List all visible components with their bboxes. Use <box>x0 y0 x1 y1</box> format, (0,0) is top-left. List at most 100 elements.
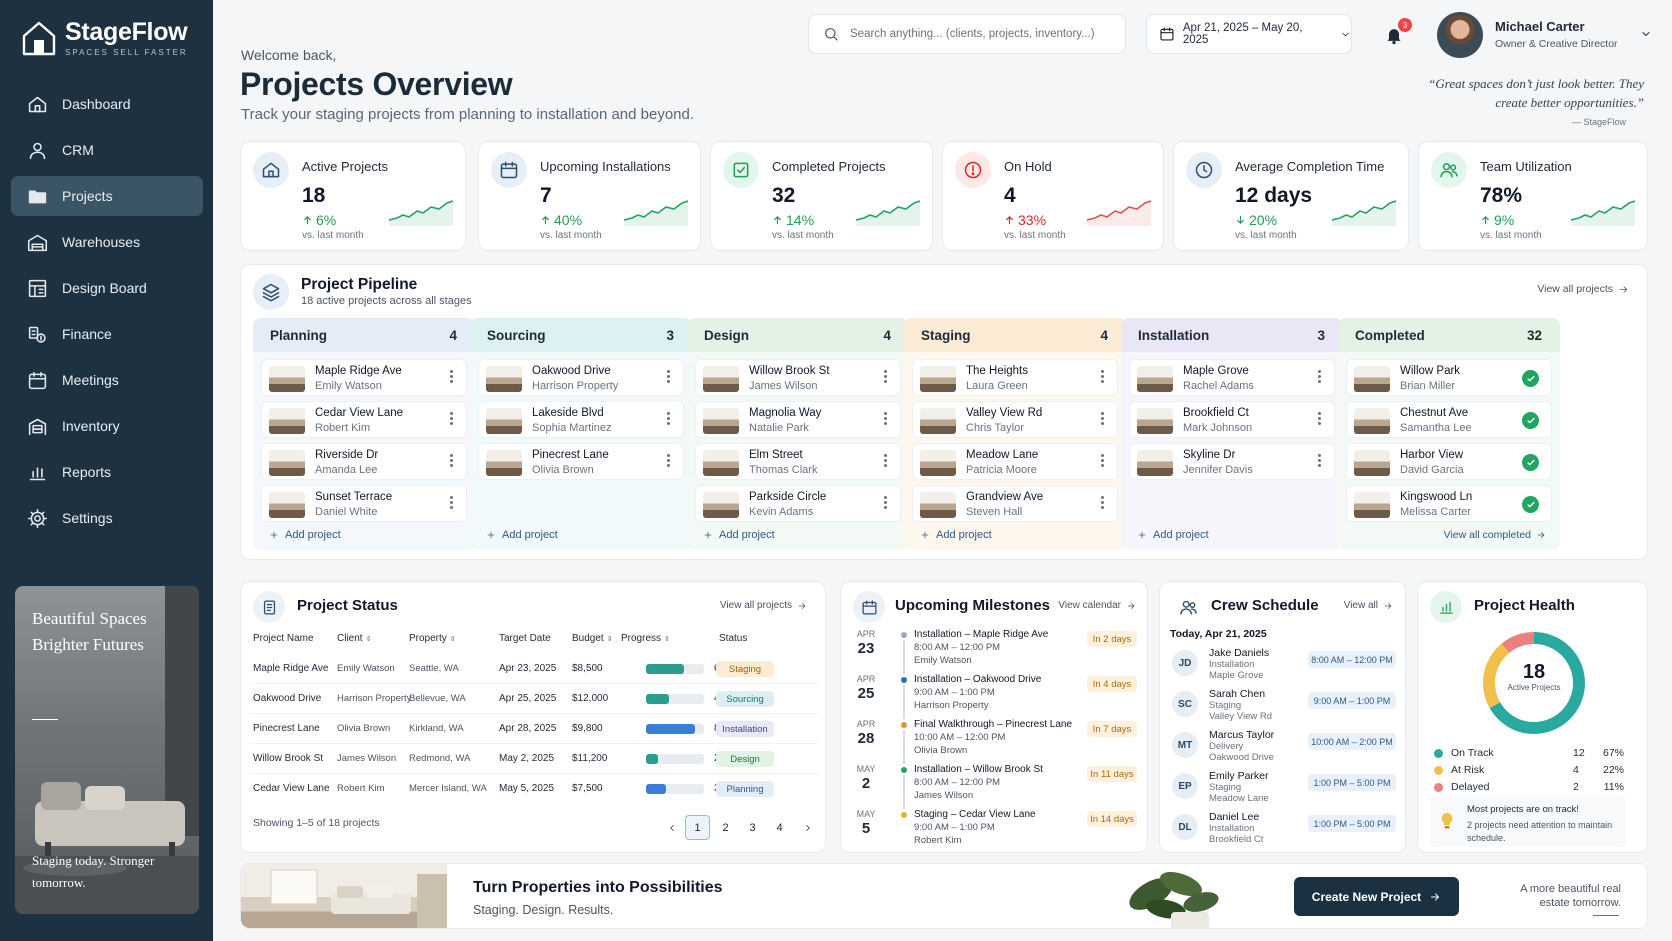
kpi-card-completed-projects[interactable]: Completed Projects 32 14% vs. last month <box>710 141 933 251</box>
column-header-client[interactable]: Client ⇕ <box>337 633 371 644</box>
page-3-button[interactable]: 3 <box>740 815 765 840</box>
kpi-card-active-projects[interactable]: Active Projects 18 6% vs. last month <box>240 141 466 251</box>
page-4-button[interactable]: 4 <box>767 815 792 840</box>
more-options-icon[interactable] <box>450 370 454 385</box>
project-card[interactable]: Sunset Terrace Daniel White <box>261 485 467 522</box>
more-options-icon[interactable] <box>884 412 888 427</box>
add-project-button[interactable]: Add project <box>486 529 558 541</box>
project-card[interactable]: Chestnut Ave Samantha Lee <box>1346 401 1552 438</box>
search-box[interactable] <box>808 14 1126 54</box>
sidebar-item-crm[interactable]: CRM <box>11 130 203 170</box>
more-options-icon[interactable] <box>884 454 888 469</box>
page-2-button[interactable]: 2 <box>713 815 738 840</box>
team-icon <box>1172 591 1204 623</box>
column-header-property[interactable]: Property ⇕ <box>409 633 456 644</box>
pagination-prev[interactable] <box>659 815 684 840</box>
project-card[interactable]: The Heights Laura Green <box>912 359 1118 396</box>
milestone-title[interactable]: Staging – Cedar View Lane <box>914 808 1074 821</box>
project-card-client: Rachel Adams <box>1183 380 1254 392</box>
project-thumbnail <box>920 492 956 518</box>
more-options-icon[interactable] <box>450 454 454 469</box>
project-card[interactable]: Riverside Dr Amanda Lee <box>261 443 467 480</box>
view-all-completed-link[interactable]: View all completed <box>1444 529 1546 541</box>
view-all-projects-link[interactable]: View all projects <box>1537 283 1629 295</box>
project-card[interactable]: Lakeside Blvd Sophia Martinez <box>478 401 684 438</box>
more-options-icon[interactable] <box>1318 454 1322 469</box>
kpi-card-on-hold[interactable]: On Hold 4 33% vs. last month <box>942 141 1164 251</box>
brand-logo[interactable]: StageFlow SPACES SELL FASTER <box>22 18 188 57</box>
more-options-icon[interactable] <box>884 496 888 511</box>
milestone-title[interactable]: Final Walkthrough – Pinecrest Lane <box>914 718 1074 731</box>
project-card[interactable]: Cedar View Lane Robert Kim <box>261 401 467 438</box>
project-card[interactable]: Brookfield Ct Mark Johnson <box>1129 401 1335 438</box>
column-header-budget[interactable]: Budget ⇕ <box>572 633 613 644</box>
more-options-icon[interactable] <box>1318 412 1322 427</box>
kpi-card-average-completion-time[interactable]: Average Completion Time 12 days 20% vs. … <box>1173 141 1409 251</box>
status-badge: Design <box>716 751 774 767</box>
project-card-client: Jennifer Davis <box>1183 464 1253 476</box>
more-options-icon[interactable] <box>884 370 888 385</box>
project-card[interactable]: Willow Park Brian Miller <box>1346 359 1552 396</box>
user-name[interactable]: Michael Carter <box>1495 19 1585 34</box>
more-options-icon[interactable] <box>1101 454 1105 469</box>
project-card[interactable]: Parkside Circle Kevin Adams <box>695 485 901 522</box>
legend-dot <box>1434 782 1443 792</box>
view-calendar-link[interactable]: View calendar <box>1058 600 1136 611</box>
more-options-icon[interactable] <box>450 412 454 427</box>
project-card[interactable]: Grandview Ave Steven Hall <box>912 485 1118 522</box>
more-options-icon[interactable] <box>1318 370 1322 385</box>
project-card[interactable]: Skyline Dr Jennifer Davis <box>1129 443 1335 480</box>
project-card[interactable]: Willow Brook St James Wilson <box>695 359 901 396</box>
project-card[interactable]: Kingswood Ln Melissa Carter <box>1346 485 1552 522</box>
date-range-picker[interactable]: Apr 21, 2025 – May 20, 2025 <box>1146 14 1352 54</box>
project-card[interactable]: Magnolia Way Natalie Park <box>695 401 901 438</box>
project-card[interactable]: Maple Ridge Ave Emily Watson <box>261 359 467 396</box>
project-card[interactable]: Oakwood Drive Harrison Property <box>478 359 684 396</box>
column-header-progress[interactable]: Progress ⇕ <box>621 633 670 644</box>
column-header-target-date: Target Date <box>499 633 551 644</box>
milestone-title[interactable]: Installation – Willow Brook St <box>914 763 1074 776</box>
project-card[interactable]: Elm Street Thomas Clark <box>695 443 901 480</box>
crew-view-all-link[interactable]: View all <box>1344 600 1393 611</box>
sidebar-item-warehouses[interactable]: Warehouses <box>11 222 203 262</box>
add-project-button[interactable]: Add project <box>920 529 992 541</box>
page-1-button[interactable]: 1 <box>685 815 710 840</box>
crew-avatar: MT <box>1172 732 1198 758</box>
pagination-next[interactable] <box>795 815 820 840</box>
create-new-project-button[interactable]: Create New Project <box>1294 877 1459 916</box>
user-avatar[interactable] <box>1437 12 1483 58</box>
sidebar-item-dashboard[interactable]: Dashboard <box>11 84 203 124</box>
more-options-icon[interactable] <box>1101 412 1105 427</box>
sidebar-item-projects[interactable]: Projects <box>11 176 203 216</box>
pipeline-subtitle: 18 active projects across all stages <box>301 295 472 307</box>
project-card[interactable]: Pinecrest Lane Olivia Brown <box>478 443 684 480</box>
sidebar-item-inventory[interactable]: Inventory <box>11 406 203 446</box>
sidebar-item-meetings[interactable]: Meetings <box>11 360 203 400</box>
more-options-icon[interactable] <box>450 496 454 511</box>
project-card[interactable]: Valley View Rd Chris Taylor <box>912 401 1118 438</box>
sidebar-item-design-board[interactable]: Design Board <box>11 268 203 308</box>
add-project-button[interactable]: Add project <box>1137 529 1209 541</box>
project-card[interactable]: Meadow Lane Patricia Moore <box>912 443 1118 480</box>
project-card[interactable]: Maple Grove Rachel Adams <box>1129 359 1335 396</box>
more-options-icon[interactable] <box>667 454 671 469</box>
add-project-button[interactable]: Add project <box>269 529 341 541</box>
sidebar-item-finance[interactable]: Finance <box>11 314 203 354</box>
status-view-all-link[interactable]: View all projects <box>720 600 807 611</box>
milestone-title[interactable]: Installation – Oakwood Drive <box>914 673 1074 686</box>
more-options-icon[interactable] <box>667 370 671 385</box>
timeline-line <box>903 775 905 809</box>
kpi-card-upcoming-installations[interactable]: Upcoming Installations 7 40% vs. last mo… <box>478 141 701 251</box>
user-menu-toggle[interactable] <box>1640 28 1652 40</box>
kpi-card-team-utilization[interactable]: Team Utilization 78% 9% vs. last month <box>1418 141 1648 251</box>
more-options-icon[interactable] <box>667 412 671 427</box>
column-header-label: Client <box>337 633 363 644</box>
more-options-icon[interactable] <box>1101 496 1105 511</box>
search-input[interactable] <box>850 28 1110 40</box>
add-project-button[interactable]: Add project <box>703 529 775 541</box>
sidebar-item-reports[interactable]: Reports <box>11 452 203 492</box>
milestone-title[interactable]: Installation – Maple Ridge Ave <box>914 628 1074 641</box>
project-card[interactable]: Harbor View David Garcia <box>1346 443 1552 480</box>
more-options-icon[interactable] <box>1101 370 1105 385</box>
sidebar-item-settings[interactable]: Settings <box>11 498 203 538</box>
